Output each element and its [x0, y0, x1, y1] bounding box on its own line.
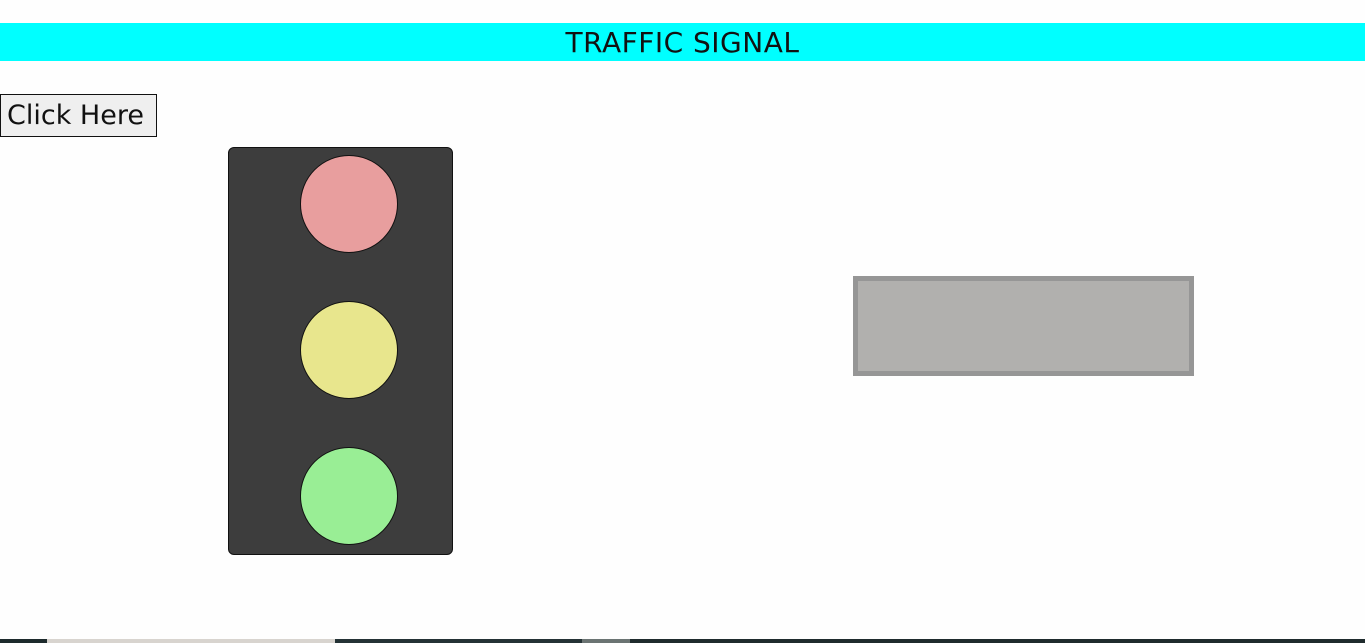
- red-light: [300, 155, 398, 253]
- page-header: TRAFFIC SIGNAL: [0, 23, 1365, 61]
- click-here-button[interactable]: Click Here: [0, 94, 157, 137]
- traffic-signal-housing: [228, 147, 453, 555]
- yellow-light: [300, 301, 398, 399]
- green-light: [300, 447, 398, 545]
- signal-status-display: [853, 276, 1194, 376]
- page-title: TRAFFIC SIGNAL: [565, 25, 800, 59]
- taskbar-edge: [0, 639, 1365, 643]
